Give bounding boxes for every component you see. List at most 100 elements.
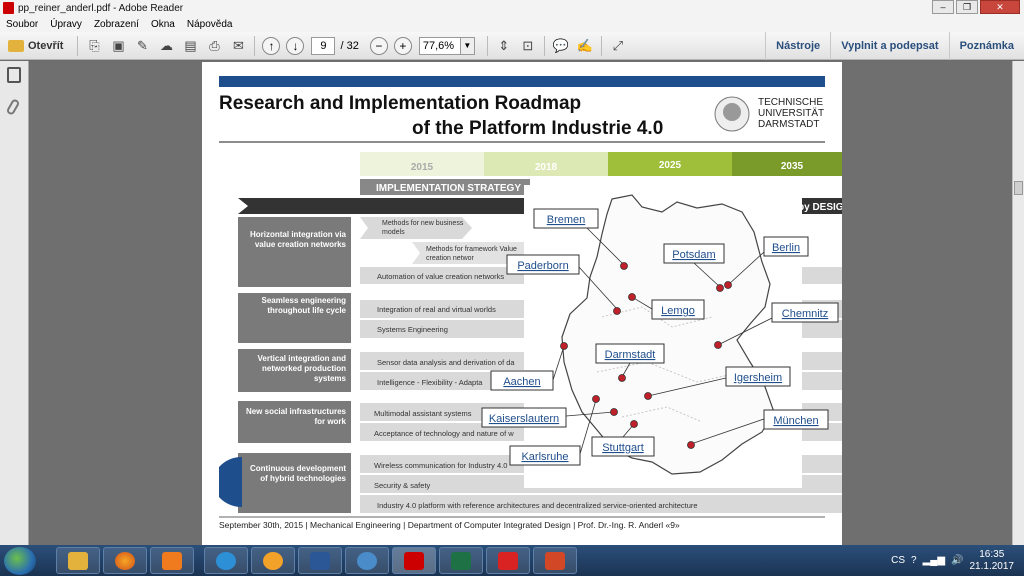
save-icon[interactable]: ▤ bbox=[180, 36, 200, 56]
taskbar-word[interactable] bbox=[298, 547, 342, 574]
system-tray: CS ? ▂▄▆ 🔊 16:35 21.1.2017 bbox=[891, 545, 1024, 576]
upload-icon[interactable]: ☁ bbox=[156, 36, 176, 56]
window-title: pp_reiner_anderl.pdf - Adobe Reader bbox=[18, 2, 184, 14]
zoom-out-icon[interactable]: − bbox=[369, 36, 388, 55]
category-social: New social infrastructures for work bbox=[245, 407, 346, 426]
row-platform: Industry 4.0 platform with reference arc… bbox=[377, 501, 698, 510]
clock[interactable]: 16:35 21.1.2017 bbox=[970, 549, 1015, 573]
city-label-karlsruhe: Karlsruhe bbox=[521, 451, 568, 463]
toolbar-divider bbox=[600, 35, 602, 56]
city-berlin: Berlin bbox=[763, 236, 809, 257]
restore-button[interactable]: ❐ bbox=[956, 0, 978, 14]
city-label-bremen: Bremen bbox=[547, 214, 586, 226]
open-label: Otevřít bbox=[28, 39, 64, 52]
close-button[interactable]: ✕ bbox=[980, 0, 1020, 14]
city-aachen: Aachen bbox=[490, 370, 554, 391]
taskbar-app[interactable] bbox=[251, 547, 295, 574]
network-icon[interactable]: ▂▄▆ bbox=[923, 555, 945, 566]
zoom-in-icon[interactable]: + bbox=[393, 36, 412, 55]
slide-canvas: Research and Implementation Roadmap of t… bbox=[219, 76, 842, 530]
internet-explorer-icon bbox=[216, 551, 236, 570]
language-indicator[interactable]: CS bbox=[891, 555, 905, 566]
toolbar-right-links: Nástroje Vyplnit a podepsat Poznámka bbox=[765, 32, 1024, 60]
prev-page-icon[interactable]: ↑ bbox=[262, 36, 281, 55]
folder-icon bbox=[8, 39, 24, 52]
slide-title-line1: Research and Implementation Roadmap bbox=[219, 93, 581, 114]
row-business-models: Methods for new business models bbox=[382, 220, 464, 236]
taskbar-firefox[interactable] bbox=[103, 547, 147, 574]
menu-zobrazeni[interactable]: Zobrazení bbox=[94, 19, 139, 30]
page-total: / 32 bbox=[340, 39, 359, 52]
minimize-button[interactable]: – bbox=[932, 0, 954, 14]
taskbar-ie[interactable] bbox=[204, 547, 248, 574]
toolbar-divider bbox=[543, 35, 545, 56]
tools-link[interactable]: Nástroje bbox=[765, 32, 830, 60]
page-number-input[interactable]: 9 bbox=[311, 36, 336, 55]
row-systems-engineering: Systems Engineering bbox=[377, 325, 448, 334]
university-line3: DARMSTADT bbox=[758, 119, 819, 130]
city-darmstadt: Darmstadt bbox=[595, 343, 665, 364]
strategy-label: IMPLEMENTATION STRATEGY bbox=[376, 183, 521, 194]
menu-bar: Soubor Úpravy Zobrazení Okna Nápověda bbox=[0, 16, 1024, 32]
city-label-berlin: Berlin bbox=[772, 242, 800, 254]
scrollbar-thumb[interactable] bbox=[1014, 181, 1023, 195]
highlight-icon[interactable]: ✍ bbox=[575, 36, 595, 56]
app-icon bbox=[263, 551, 283, 570]
fullscreen-icon[interactable]: ⤢ bbox=[608, 36, 628, 56]
menu-okna[interactable]: Okna bbox=[151, 19, 175, 30]
pdf-page: Research and Implementation Roadmap of t… bbox=[202, 62, 842, 546]
row-sensor-data: Sensor data analysis and derivation of d… bbox=[377, 358, 515, 367]
email-icon[interactable]: ✉ bbox=[228, 36, 248, 56]
vertical-scrollbar[interactable] bbox=[1012, 61, 1024, 545]
city-label-lemgo: Lemgo bbox=[661, 305, 695, 317]
next-page-icon[interactable]: ↓ bbox=[286, 36, 305, 55]
main-toolbar: Otevřít ⎘ ▣ ✎ ☁ ▤ ⎙ ✉ ↑ ↓ 9 / 32 − + 77,… bbox=[0, 32, 1024, 60]
menu-napoveda[interactable]: Nápověda bbox=[187, 19, 233, 30]
toolbar-divider bbox=[77, 35, 79, 56]
taskbar-thunderbird[interactable] bbox=[345, 547, 389, 574]
category-vertical: Vertical integration and networked produ… bbox=[257, 354, 346, 383]
city-label-stuttgart: Stuttgart bbox=[602, 442, 644, 454]
year-2025: 2025 bbox=[659, 160, 682, 171]
taskbar-media[interactable] bbox=[150, 547, 194, 574]
taskbar-adobe-reader[interactable] bbox=[392, 547, 436, 574]
taskbar-explorer[interactable] bbox=[56, 547, 100, 574]
zoom-dropdown-icon[interactable]: ▼ bbox=[460, 36, 475, 55]
taskbar-excel[interactable] bbox=[439, 547, 483, 574]
comment-link[interactable]: Poznámka bbox=[948, 32, 1024, 60]
menu-soubor[interactable]: Soubor bbox=[6, 19, 38, 30]
city-label-aachen: Aachen bbox=[503, 376, 540, 388]
volume-icon[interactable]: 🔊 bbox=[951, 555, 963, 566]
design-label: by DESIG bbox=[798, 202, 842, 213]
menu-upravy[interactable]: Úpravy bbox=[50, 19, 82, 30]
zoom-input[interactable]: 77,6% bbox=[418, 36, 461, 55]
comment-icon[interactable]: 💬 bbox=[551, 36, 571, 56]
firefox-icon bbox=[115, 551, 135, 570]
row-automation: Automation of value creation networks bbox=[377, 272, 504, 281]
toolbar-divider bbox=[254, 35, 256, 56]
city-label-muenchen: München bbox=[773, 415, 818, 427]
taskbar-paint[interactable] bbox=[486, 547, 530, 574]
row-multimodal: Multimodal assistant systems bbox=[374, 409, 472, 418]
fill-sign-link[interactable]: Vyplnit a podepsat bbox=[830, 32, 948, 60]
print-icon[interactable]: ⎙ bbox=[204, 36, 224, 56]
university-line2: UNIVERSITÄT bbox=[758, 107, 824, 119]
start-button[interactable] bbox=[4, 546, 36, 575]
city-label-paderborn: Paderborn bbox=[517, 260, 568, 272]
open-button[interactable]: Otevřít bbox=[0, 39, 73, 52]
page-thumbnails-icon[interactable] bbox=[7, 67, 21, 83]
combine-icon[interactable]: ▣ bbox=[108, 36, 128, 56]
create-pdf-icon[interactable]: ⎘ bbox=[84, 36, 104, 56]
seal-head bbox=[723, 103, 741, 121]
city-bremen: Bremen bbox=[533, 208, 599, 229]
help-icon[interactable]: ? bbox=[911, 555, 917, 566]
adobe-reader-icon bbox=[3, 2, 14, 14]
attachments-icon[interactable] bbox=[5, 98, 21, 116]
year-2035: 2035 bbox=[781, 161, 804, 172]
taskbar-powerpoint[interactable] bbox=[533, 547, 577, 574]
fit-page-icon[interactable]: ⇕ bbox=[494, 36, 514, 56]
fit-width-icon[interactable]: ⊡ bbox=[518, 36, 538, 56]
row-acceptance: Acceptance of technology and nature of w bbox=[374, 429, 514, 438]
edit-icon[interactable]: ✎ bbox=[132, 36, 152, 56]
window-titlebar: pp_reiner_anderl.pdf - Adobe Reader – ❐ … bbox=[0, 0, 1024, 16]
